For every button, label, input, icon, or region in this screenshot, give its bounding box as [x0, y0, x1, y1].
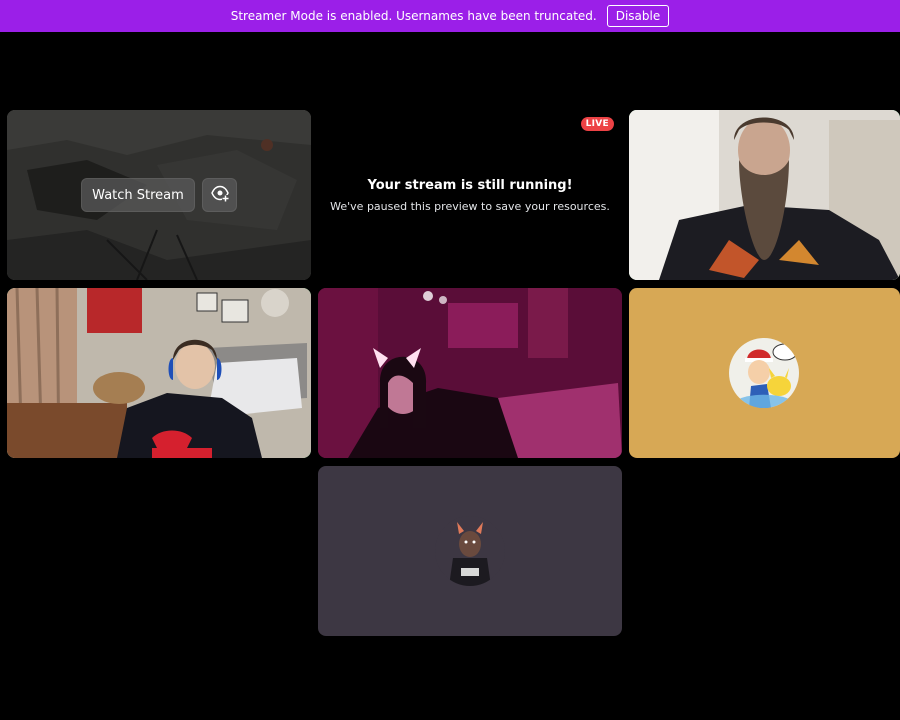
paused-stream-tile[interactable]: LIVE Your stream is still running! We've… [318, 110, 622, 280]
participant-video-tile[interactable] [318, 288, 622, 458]
disable-streamer-mode-button[interactable]: Disable [606, 5, 670, 27]
live-badge: LIVE [580, 117, 614, 131]
watch-stream-button[interactable]: Watch Stream [81, 178, 195, 212]
participant-avatar-tile[interactable] [318, 466, 622, 636]
participant-video [7, 288, 311, 458]
participant-video [629, 110, 900, 280]
participant-avatar [435, 516, 505, 586]
streamer-mode-banner: Streamer Mode is enabled. Usernames have… [0, 0, 900, 32]
eye-plus-icon [210, 184, 229, 206]
stream-running-title: Your stream is still running! [367, 178, 573, 193]
participant-video-tile[interactable] [7, 288, 311, 458]
participant-video [318, 288, 622, 458]
participant-video-tile[interactable] [629, 110, 900, 280]
stream-paused-subtitle: We've paused this preview to save your r… [330, 200, 610, 213]
participant-avatar [729, 338, 799, 408]
preview-stream-button[interactable] [202, 178, 237, 212]
participant-avatar-tile[interactable] [629, 288, 900, 458]
streamer-mode-message: Streamer Mode is enabled. Usernames have… [230, 9, 597, 23]
